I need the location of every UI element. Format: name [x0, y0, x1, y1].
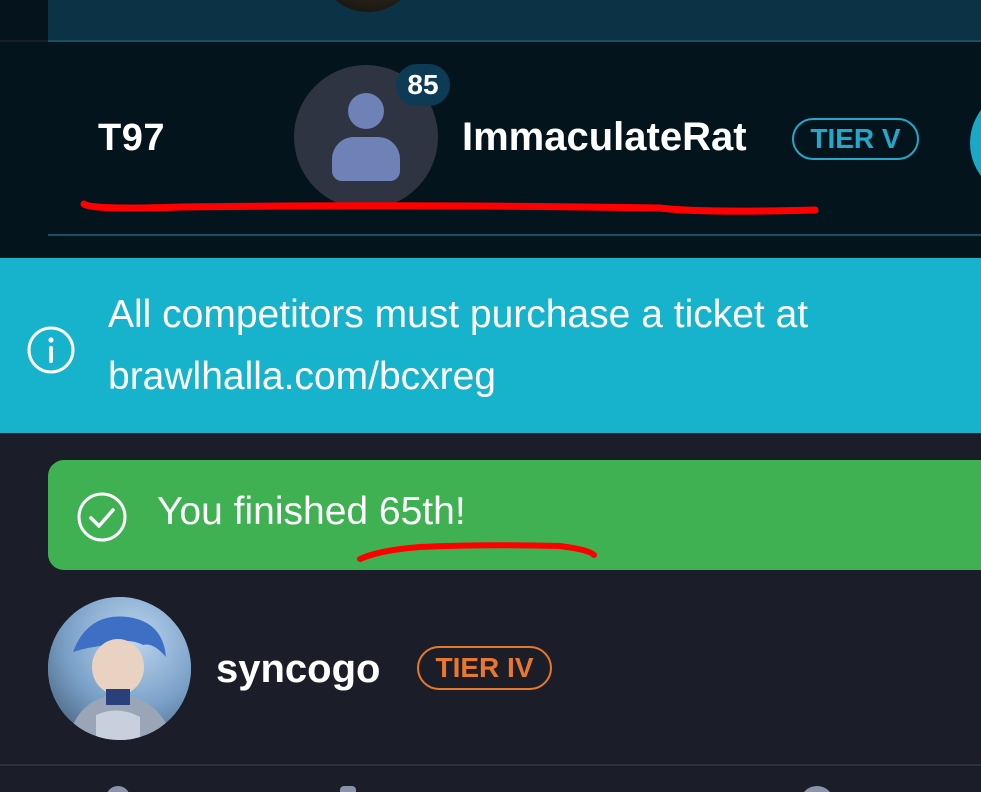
team-username[interactable]: ImmaculateRat [462, 115, 747, 160]
nav-icon[interactable] [106, 786, 130, 792]
check-circle-icon [77, 492, 127, 542]
team-seed: T97 [98, 117, 165, 159]
tier-badge: TIER IV [417, 646, 552, 690]
result-message: You finished 65th! [157, 490, 466, 533]
info-icon [27, 326, 75, 374]
user-avatar-image [48, 597, 191, 740]
user-username[interactable]: syncogo [216, 647, 380, 692]
person-body-shape [332, 137, 400, 181]
nav-icon[interactable] [800, 786, 834, 792]
user-avatar[interactable] [48, 597, 191, 740]
person-head-shape [348, 93, 384, 129]
row-divider [48, 234, 981, 236]
previous-team-row-background [48, 0, 981, 40]
previous-team-row[interactable] [0, 0, 981, 40]
tier-badge: TIER V [792, 118, 919, 160]
bottom-divider [0, 764, 981, 766]
tournament-page: T97 85 ImmaculateRat TIER V All competit… [0, 0, 981, 792]
nav-icon[interactable] [340, 786, 356, 792]
member-count-badge: 85 [396, 64, 450, 106]
info-message: All competitors must purchase a ticket a… [108, 293, 809, 398]
